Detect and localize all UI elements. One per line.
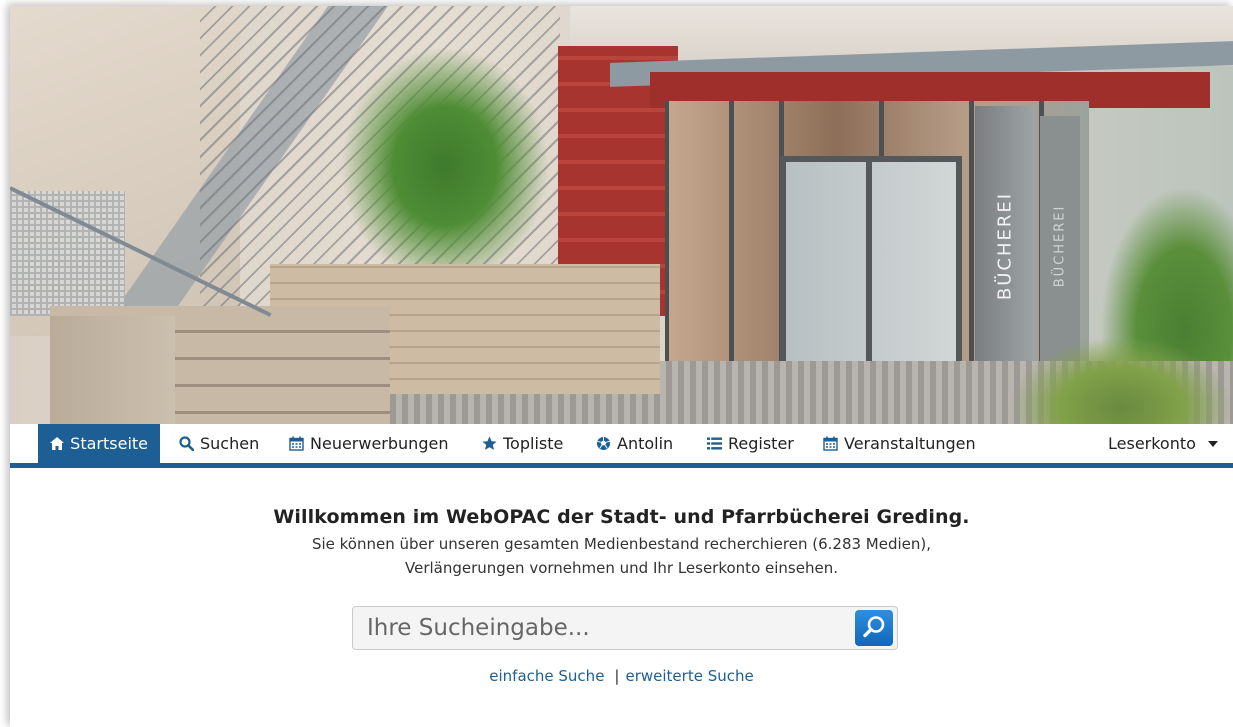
nav-register[interactable]: Register (694, 424, 806, 463)
link-separator: | (614, 667, 620, 685)
nav-neuerwerbungen[interactable]: Neuerwerbungen (276, 424, 460, 463)
list-icon (706, 436, 722, 452)
nav-label: Topliste (503, 434, 564, 453)
nav-label: Leserkonto (1108, 434, 1196, 453)
soccer-ball-icon (595, 436, 611, 452)
simple-search-link[interactable]: einfache Suche (489, 667, 604, 685)
welcome-section: Willkommen im WebOPAC der Stadt- und Pfa… (10, 506, 1233, 580)
search-icon (178, 436, 194, 452)
nav-veranstaltungen[interactable]: Veranstaltungen (810, 424, 988, 463)
search-mode-links: einfache Suche | erweiterte Suche (10, 667, 1233, 685)
nav-label: Register (728, 434, 794, 453)
home-icon (50, 436, 65, 452)
caret-down-icon (1207, 440, 1218, 447)
nav-topliste[interactable]: Topliste (469, 424, 575, 463)
welcome-line-1: Sie können über unseren gesamten Medienb… (311, 535, 932, 553)
star-icon (481, 436, 497, 452)
search-input[interactable] (353, 608, 855, 648)
search-icon (861, 614, 887, 643)
library-building-photo: BÜCHEREI BÜCHEREI (10, 6, 1233, 424)
nav-label: Startseite (70, 434, 148, 453)
nav-label: Suchen (200, 434, 260, 453)
calendar-icon (822, 436, 838, 452)
search-box (352, 606, 898, 650)
search-button[interactable] (855, 610, 893, 646)
nav-startseite[interactable]: Startseite (38, 424, 160, 463)
nav-label: Veranstaltungen (844, 434, 976, 453)
nav-label: Neuerwerbungen (310, 434, 449, 453)
leserkonto-dropdown[interactable]: Leserkonto (1096, 424, 1230, 463)
page-frame: BÜCHEREI BÜCHEREI Startseite Suchen Neue… (10, 6, 1233, 727)
calendar-icon (288, 436, 304, 452)
welcome-line-2: Verlängerungen vornehmen und Ihr Leserko… (405, 559, 838, 577)
main-navbar: Startseite Suchen Neuerwerbungen Toplist… (10, 424, 1233, 468)
welcome-text: Sie können über unseren gesamten Medienb… (10, 532, 1233, 580)
nav-antolin[interactable]: Antolin (583, 424, 685, 463)
nav-label: Antolin (617, 434, 674, 453)
nav-suchen[interactable]: Suchen (166, 424, 271, 463)
welcome-title: Willkommen im WebOPAC der Stadt- und Pfa… (273, 506, 970, 528)
advanced-search-link[interactable]: erweiterte Suche (625, 667, 753, 685)
